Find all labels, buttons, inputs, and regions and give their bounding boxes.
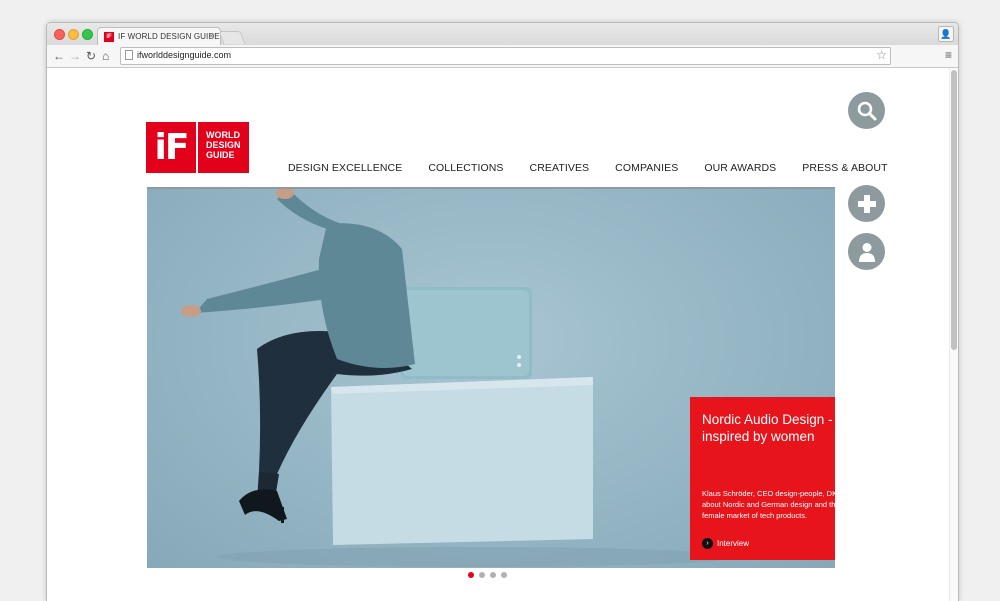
feature-description: Klaus Schröder, CEO design-people, DK, a… xyxy=(702,489,835,520)
nav-item-companies[interactable]: COMPANIES xyxy=(615,162,678,174)
feature-title[interactable]: Nordic Audio Design - inspired by women xyxy=(702,411,835,445)
interview-link-label: Interview xyxy=(717,539,750,548)
search-button[interactable] xyxy=(848,92,885,129)
feature-card[interactable]: Nordic Audio Design - inspired by women … xyxy=(690,397,835,560)
carousel-dot-1[interactable] xyxy=(468,572,474,578)
scrollbar-thumb[interactable] xyxy=(951,70,957,350)
nav-item-creatives[interactable]: CREATIVES xyxy=(530,162,590,174)
carousel-dot-2[interactable] xyxy=(479,572,485,578)
if-logo[interactable]: iF WORLD DESIGN GUIDE xyxy=(146,122,249,173)
browser-window: iF IF WORLD DESIGN GUIDE ✕ 👤 ← → ↻ ⌂ ifw… xyxy=(46,22,959,601)
address-bar[interactable]: ifworlddesignguide.com ☆ xyxy=(120,47,891,65)
forward-arrow-icon[interactable]: → xyxy=(69,48,81,64)
nav-item-design-excellence[interactable]: DESIGN EXCELLENCE xyxy=(288,162,402,174)
nav-item-collections[interactable]: COLLECTIONS xyxy=(428,162,503,174)
close-window-button[interactable] xyxy=(54,29,65,40)
home-icon[interactable]: ⌂ xyxy=(102,48,109,64)
logo-mark: iF xyxy=(146,122,196,173)
plus-icon xyxy=(857,194,876,213)
logo-line: WORLD xyxy=(206,130,240,140)
add-button[interactable] xyxy=(848,185,885,222)
tab-strip: iF IF WORLD DESIGN GUIDE ✕ 👤 xyxy=(47,23,958,46)
hero-slide[interactable]: Nordic Audio Design - inspired by women … xyxy=(147,189,835,568)
tab-title: IF WORLD DESIGN GUIDE xyxy=(118,32,220,41)
minimize-window-button[interactable] xyxy=(68,29,79,40)
profile-icon[interactable]: 👤 xyxy=(938,26,954,42)
bookmark-star-icon[interactable]: ☆ xyxy=(876,48,887,62)
page-scrollbar[interactable] xyxy=(949,68,958,601)
main-nav: DESIGN EXCELLENCE COLLECTIONS CREATIVES … xyxy=(288,162,888,174)
maximize-window-button[interactable] xyxy=(82,29,93,40)
account-button[interactable] xyxy=(848,233,885,270)
browser-menu-icon[interactable]: ≡ xyxy=(945,48,952,62)
search-icon xyxy=(857,101,876,120)
nav-item-our-awards[interactable]: OUR AWARDS xyxy=(704,162,776,174)
favicon-icon: iF xyxy=(104,32,114,42)
carousel-dot-4[interactable] xyxy=(501,572,507,578)
carousel-dot-3[interactable] xyxy=(490,572,496,578)
logo-line: GUIDE xyxy=(206,150,235,160)
reload-icon[interactable]: ↻ xyxy=(86,48,96,64)
page-icon xyxy=(125,50,133,60)
browser-tab[interactable]: iF IF WORLD DESIGN GUIDE ✕ xyxy=(97,27,221,46)
browser-toolbar: ← → ↻ ⌂ ifworlddesignguide.com ☆ ≡ xyxy=(47,45,958,68)
logo-wordmark: WORLD DESIGN GUIDE xyxy=(198,122,249,173)
new-tab-button[interactable] xyxy=(218,31,246,44)
url-text[interactable]: ifworlddesignguide.com xyxy=(137,50,231,60)
tab-close-icon[interactable]: ✕ xyxy=(207,31,215,42)
web-page: iF WORLD DESIGN GUIDE DESIGN EXCELLENCE … xyxy=(47,68,950,601)
interview-link[interactable]: › Interview xyxy=(702,538,749,549)
logo-line: DESIGN xyxy=(206,140,241,150)
back-arrow-icon[interactable]: ← xyxy=(53,48,65,64)
user-icon xyxy=(858,242,875,262)
nav-item-press-about[interactable]: PRESS & ABOUT xyxy=(802,162,887,174)
chevron-right-icon: › xyxy=(702,538,713,549)
carousel-dots xyxy=(468,572,507,578)
